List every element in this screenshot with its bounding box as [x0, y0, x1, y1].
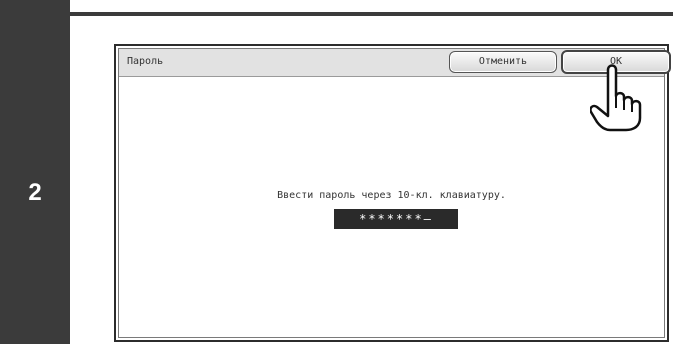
instruction-text: Ввести пароль через 10-кл. клавиатуру. — [277, 190, 506, 201]
dialog-title: Пароль — [127, 56, 164, 67]
dialog-title-bar: Пароль Отменить OK — [119, 49, 671, 77]
hand-pointer-icon — [590, 64, 642, 132]
instruction-page: 2 Пароль Отменить OK Ввести пароль через… — [0, 0, 673, 344]
password-field[interactable]: *******— — [334, 209, 458, 229]
step-number: 2 — [28, 179, 42, 206]
cancel-button[interactable]: Отменить — [449, 51, 557, 73]
step-sidebar: 2 — [0, 0, 70, 344]
password-dialog: Пароль Отменить OK Ввести пароль через 1… — [114, 44, 671, 342]
top-divider — [70, 12, 673, 16]
